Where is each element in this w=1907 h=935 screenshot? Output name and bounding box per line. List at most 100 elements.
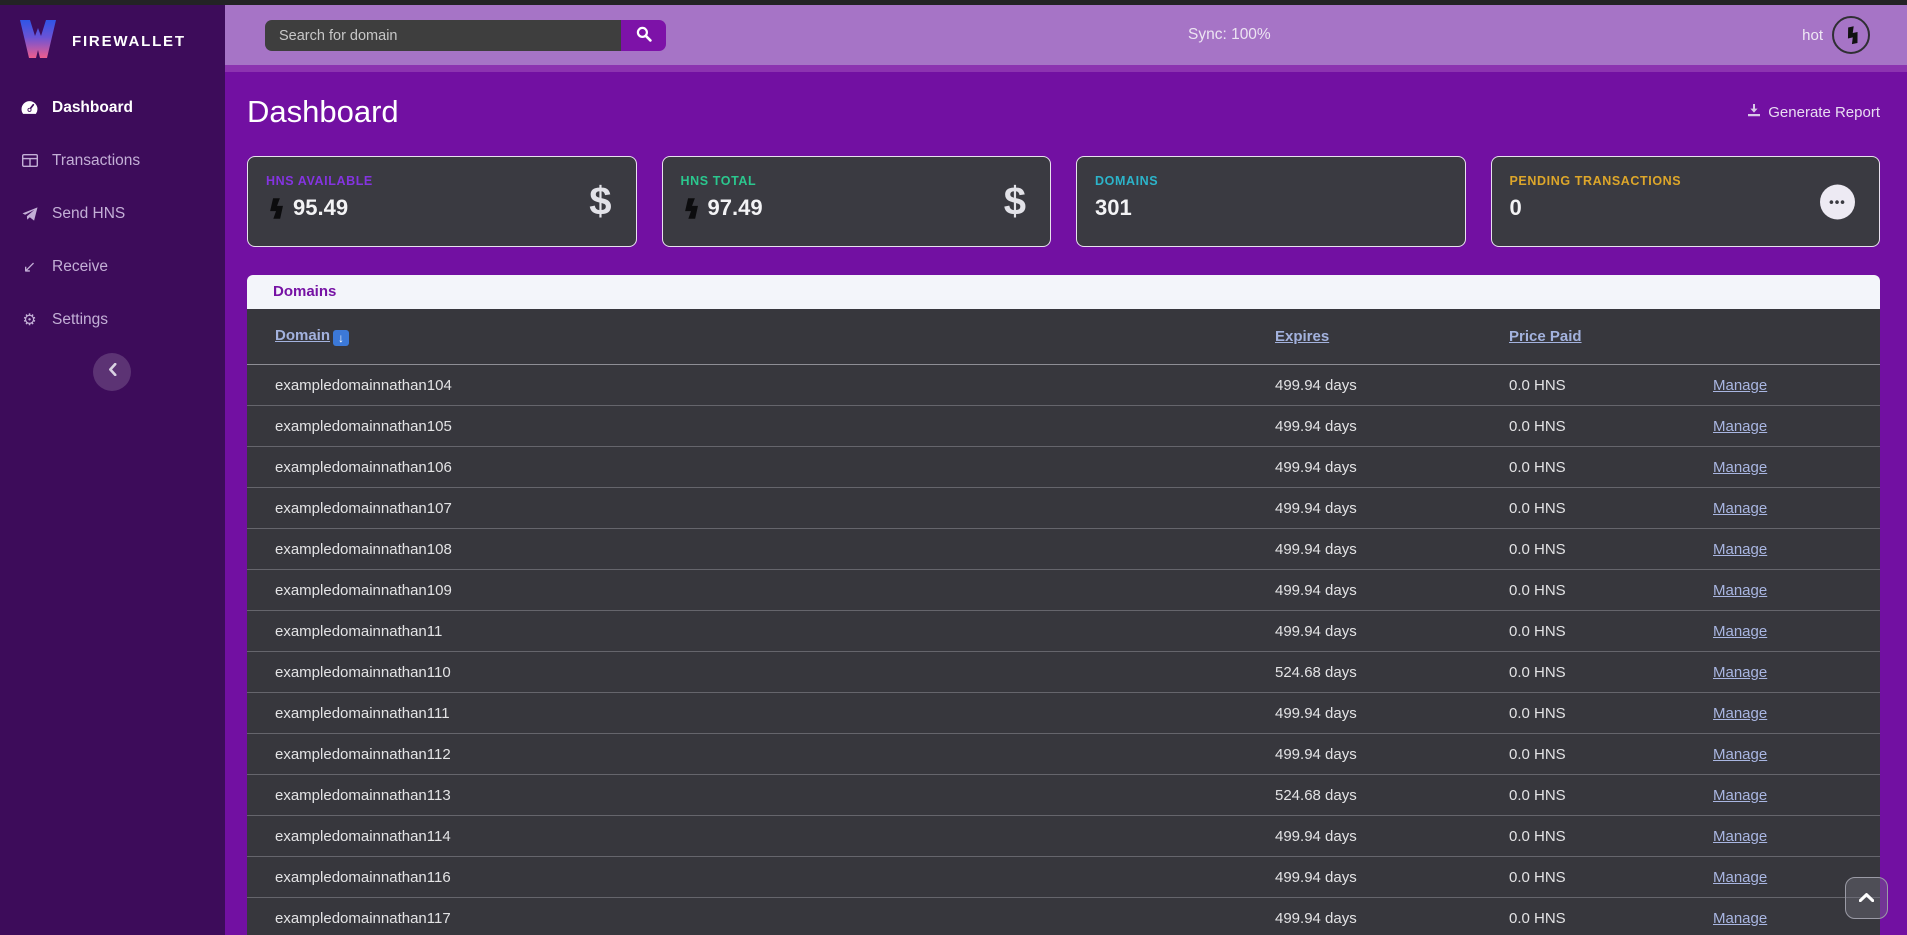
sidebar-collapse-button[interactable] [93,353,131,391]
expires-cell: 499.94 days [1275,828,1509,845]
column-header-expires[interactable]: Expires [1275,328,1509,345]
domains-table-header: Domain↓ Expires Price Paid [247,309,1880,365]
domain-cell: exampledomainnathan117 [275,910,1275,927]
manage-link[interactable]: Manage [1713,787,1880,804]
generate-report-button[interactable]: Generate Report [1747,103,1880,121]
expires-cell: 499.94 days [1275,459,1509,476]
hns-logo-icon [266,198,284,219]
domain-cell: exampledomainnathan114 [275,828,1275,845]
price-cell: 0.0 HNS [1509,910,1713,927]
table-row: exampledomainnathan112 499.94 days 0.0 H… [247,734,1880,775]
price-cell: 0.0 HNS [1509,787,1713,804]
dollar-sign-icon: $ [1004,179,1026,223]
price-cell: 0.0 HNS [1509,541,1713,558]
download-icon [1747,103,1761,121]
tachometer-icon [20,100,39,115]
card-hns-total: HNS TOTAL 97.49 $ [662,156,1052,247]
price-cell: 0.0 HNS [1509,664,1713,681]
sidebar-item-label: Dashboard [52,99,133,117]
table-row: exampledomainnathan106 499.94 days 0.0 H… [247,447,1880,488]
brand-name: FIREWALLET [72,33,186,50]
table-icon [20,154,39,167]
domain-cell: exampledomainnathan106 [275,459,1275,476]
search-button[interactable] [621,20,666,51]
manage-link[interactable]: Manage [1713,582,1880,599]
expires-cell: 499.94 days [1275,910,1509,927]
expires-cell: 499.94 days [1275,746,1509,763]
price-cell: 0.0 HNS [1509,869,1713,886]
table-row: exampledomainnathan114 499.94 days 0.0 H… [247,816,1880,857]
table-row: exampledomainnathan109 499.94 days 0.0 H… [247,570,1880,611]
price-cell: 0.0 HNS [1509,746,1713,763]
card-label: HNS AVAILABLE [266,174,636,188]
expires-cell: 524.68 days [1275,664,1509,681]
wallet-switcher: hot [1802,5,1870,65]
domain-cell: exampledomainnathan107 [275,500,1275,517]
handshake-logo-icon[interactable] [1832,16,1870,54]
brand: FIREWALLET [0,5,225,66]
sync-status: Sync: 100% [1188,5,1271,65]
manage-link[interactable]: Manage [1713,500,1880,517]
sidebar: FIREWALLET Dashboard Transactions [0,0,225,935]
card-pending-transactions: PENDING TRANSACTIONS 0 ••• [1491,156,1881,247]
ellipsis-icon[interactable]: ••• [1820,184,1855,219]
card-value: 95.49 [293,195,348,221]
sidebar-item-label: Receive [52,258,108,276]
domain-cell: exampledomainnathan116 [275,869,1275,886]
manage-link[interactable]: Manage [1713,828,1880,845]
manage-link[interactable]: Manage [1713,418,1880,435]
gear-icon: ⚙ [20,310,39,330]
domain-cell: exampledomainnathan108 [275,541,1275,558]
manage-link[interactable]: Manage [1713,664,1880,681]
domain-search [265,20,666,51]
domains-table-body: exampledomainnathan104 499.94 days 0.0 H… [247,365,1880,935]
search-input[interactable] [265,20,621,51]
chevron-left-icon [108,363,117,381]
sidebar-item-receive[interactable]: ↙ Receive [0,240,225,293]
expires-cell: 499.94 days [1275,418,1509,435]
table-row: exampledomainnathan108 499.94 days 0.0 H… [247,529,1880,570]
manage-link[interactable]: Manage [1713,459,1880,476]
expires-cell: 499.94 days [1275,541,1509,558]
down-arrow-emoji: ↓ [333,330,349,346]
table-row: exampledomainnathan107 499.94 days 0.0 H… [247,488,1880,529]
price-cell: 0.0 HNS [1509,705,1713,722]
table-row: exampledomainnathan105 499.94 days 0.0 H… [247,406,1880,447]
domain-cell: exampledomainnathan105 [275,418,1275,435]
window-top-strip [0,0,1907,5]
manage-link[interactable]: Manage [1713,746,1880,763]
card-domains: DOMAINS 301 [1076,156,1466,247]
table-row: exampledomainnathan111 499.94 days 0.0 H… [247,693,1880,734]
sidebar-item-settings[interactable]: ⚙ Settings [0,293,225,346]
wallet-name: hot [1802,27,1823,44]
table-row: exampledomainnathan113 524.68 days 0.0 H… [247,775,1880,816]
price-cell: 0.0 HNS [1509,377,1713,394]
domain-cell: exampledomainnathan104 [275,377,1275,394]
manage-link[interactable]: Manage [1713,705,1880,722]
sidebar-item-dashboard[interactable]: Dashboard [0,81,225,134]
sidebar-item-label: Settings [52,311,108,329]
arrow-down-left-icon: ↙ [20,257,39,277]
price-cell: 0.0 HNS [1509,623,1713,640]
manage-link[interactable]: Manage [1713,623,1880,640]
table-row: exampledomainnathan104 499.94 days 0.0 H… [247,365,1880,406]
sidebar-item-transactions[interactable]: Transactions [0,134,225,187]
sidebar-item-send-hns[interactable]: Send HNS [0,187,225,240]
stat-cards: HNS AVAILABLE 95.49 $ HNS TOTAL 97.49 $ … [247,156,1880,247]
domains-panel-title: Domains [247,275,1880,309]
manage-link[interactable]: Manage [1713,377,1880,394]
sidebar-item-label: Transactions [52,152,140,170]
main-content: Dashboard Generate Report HNS AVAILABLE … [225,72,1907,935]
column-header-price-paid[interactable]: Price Paid [1509,328,1713,345]
domains-table: Domain↓ Expires Price Paid exampledomain… [247,309,1880,935]
manage-link[interactable]: Manage [1713,541,1880,558]
expires-cell: 499.94 days [1275,377,1509,394]
price-cell: 0.0 HNS [1509,500,1713,517]
domain-cell: exampledomainnathan113 [275,787,1275,804]
domain-cell: exampledomainnathan109 [275,582,1275,599]
column-header-domain[interactable]: Domain [275,327,330,344]
expires-cell: 499.94 days [1275,582,1509,599]
scroll-to-top-button[interactable] [1845,877,1888,919]
domain-cell: exampledomainnathan112 [275,746,1275,763]
dollar-sign-icon: $ [589,179,611,223]
